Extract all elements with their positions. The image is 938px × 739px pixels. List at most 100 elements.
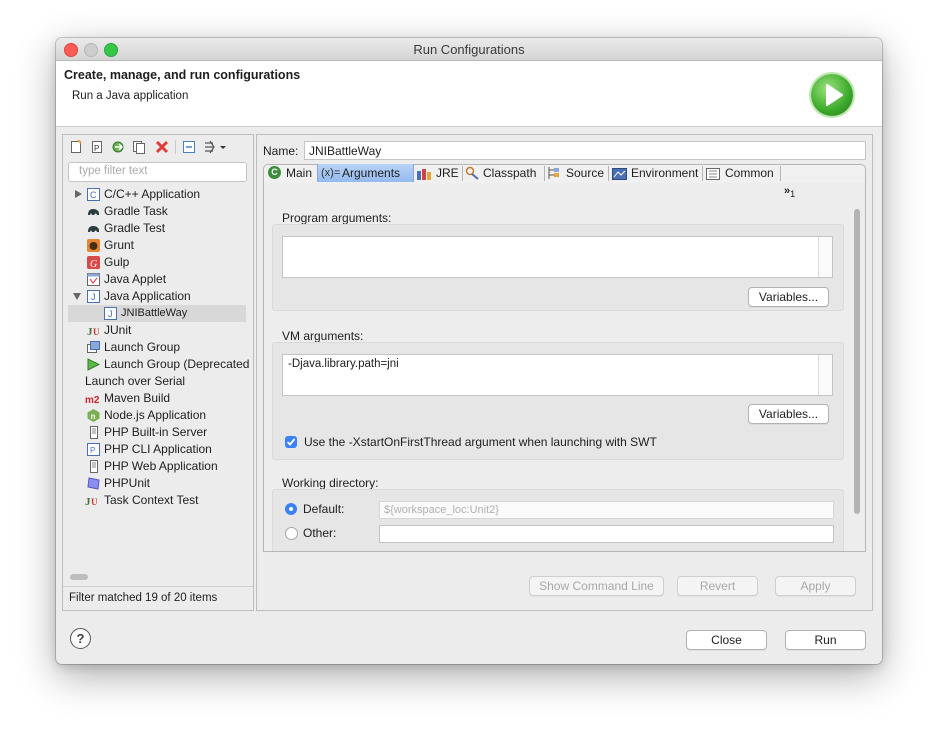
tree-item-launch-group-deprecated[interactable]: Launch Group (Deprecated: [63, 356, 253, 373]
tab-label: Common: [725, 166, 774, 180]
configuration-editor-panel: Name: JNIBattleWay C Main (x)= Arguments…: [256, 134, 873, 611]
tab-jre[interactable]: JRE: [414, 164, 462, 182]
collapse-all-icon[interactable]: [182, 140, 196, 154]
help-button[interactable]: ?: [70, 628, 91, 649]
tree-item-label: PHP Web Application: [104, 459, 218, 473]
svg-text:J: J: [108, 309, 113, 319]
chevron-down-icon[interactable]: [73, 293, 81, 300]
tree-item-gradle-test[interactable]: Gradle Test: [63, 220, 253, 237]
configuration-tree: C C/C++ Application Gradle Task Gradle T…: [63, 186, 253, 571]
vm-arguments-group: -Djava.library.path=jni Variables... Use…: [272, 342, 844, 460]
default-directory-field: ${workspace_loc:Unit2}: [379, 501, 834, 519]
svg-text:n: n: [91, 412, 96, 421]
chevron-right-icon[interactable]: [75, 190, 82, 198]
list-toolbar: P: [63, 135, 253, 159]
apply-button[interactable]: Apply: [775, 576, 856, 596]
tab-classpath[interactable]: Classpath: [463, 164, 543, 182]
tree-item-php-cli-application[interactable]: P PHP CLI Application: [63, 441, 253, 458]
filter-configurations-icon[interactable]: [203, 140, 227, 154]
tree-item-maven-build[interactable]: m2 Maven Build: [63, 390, 253, 407]
close-button[interactable]: Close: [686, 630, 767, 650]
textarea-scrollbar[interactable]: [818, 237, 832, 277]
scrollbar-thumb[interactable]: [854, 209, 860, 514]
program-arguments-textarea[interactable]: [282, 236, 833, 278]
tree-item-label: Grunt: [104, 238, 135, 252]
hidden-tabs-overflow[interactable]: »1: [784, 185, 795, 199]
tree-item-grunt[interactable]: Grunt: [63, 237, 253, 254]
gradle-elephant-icon: [87, 222, 100, 235]
working-directory-group: Default: ${workspace_loc:Unit2} Other:: [272, 489, 844, 551]
tab-source[interactable]: Source: [545, 164, 607, 182]
tab-main[interactable]: C Main: [265, 164, 317, 182]
tab-arguments-active[interactable]: (x)= Arguments: [317, 164, 414, 182]
tree-item-junit[interactable]: JU JUnit: [63, 322, 253, 339]
program-arguments-variables-button[interactable]: Variables...: [748, 287, 829, 307]
grunt-icon: [87, 239, 100, 252]
title-bar: Run Configurations: [56, 38, 882, 61]
main-class-icon: C: [268, 166, 281, 179]
name-label: Name:: [263, 144, 299, 158]
tree-horizontal-scrollbar[interactable]: [68, 572, 246, 582]
name-input[interactable]: JNIBattleWay: [304, 141, 866, 160]
tree-item-php-web-application[interactable]: PHP Web Application: [63, 458, 253, 475]
tree-item-phpunit[interactable]: PHPUnit: [63, 475, 253, 492]
java-application-icon: J: [104, 307, 117, 320]
tree-item-gulp[interactable]: G Gulp: [63, 254, 253, 271]
duplicate-configuration-icon[interactable]: [132, 140, 146, 154]
new-prototype-icon[interactable]: P: [90, 140, 104, 154]
filter-input[interactable]: type filter text: [68, 162, 247, 182]
tree-item-php-builtin-server[interactable]: PHP Built-in Server: [63, 424, 253, 441]
content-vertical-scrollbar[interactable]: [852, 205, 862, 551]
gulp-icon: G: [87, 256, 100, 270]
textarea-scrollbar[interactable]: [818, 355, 832, 395]
tree-item-gradle-task[interactable]: Gradle Task: [63, 203, 253, 220]
other-radio[interactable]: [285, 527, 298, 540]
tree-item-java-applet[interactable]: Java Applet: [63, 271, 253, 288]
window-title: Run Configurations: [413, 42, 525, 57]
gradle-elephant-icon: [87, 205, 100, 218]
header-subtitle: Run a Java application: [72, 90, 189, 102]
svg-text:P: P: [94, 144, 99, 153]
tree-item-label: PHPUnit: [104, 476, 151, 490]
tree-item-label: PHP Built-in Server: [104, 425, 208, 439]
run-configurations-dialog: Run Configurations Create, manage, and r…: [56, 38, 882, 664]
tree-item-label: Launch over Serial: [85, 374, 186, 388]
tree-item-task-context-test[interactable]: JU Task Context Test: [63, 492, 253, 509]
name-value: JNIBattleWay: [309, 144, 382, 158]
maven-m2-icon: m2: [85, 392, 102, 406]
svg-text:U: U: [91, 497, 98, 507]
tab-label: Main: [286, 166, 313, 180]
xstart-checkbox[interactable]: [285, 436, 297, 448]
vm-arguments-label: VM arguments:: [282, 329, 364, 343]
tree-item-jnibattleway-selected[interactable]: J JNIBattleWay: [68, 305, 246, 322]
tree-item-cpp-application[interactable]: C C/C++ Application: [63, 186, 253, 203]
tab-strip: C Main (x)= Arguments JRE Classpath Sour…: [263, 164, 866, 184]
vm-arguments-variables-button[interactable]: Variables...: [748, 404, 829, 424]
tree-item-label: Launch Group (Deprecated: [104, 357, 250, 371]
svg-text:G: G: [90, 259, 97, 269]
svg-text:C: C: [90, 190, 97, 200]
show-command-line-button[interactable]: Show Command Line: [529, 576, 664, 596]
default-radio[interactable]: [285, 503, 297, 515]
other-label: Other:: [303, 526, 337, 540]
run-button[interactable]: Run: [785, 630, 866, 650]
revert-button[interactable]: Revert: [677, 576, 758, 596]
export-configuration-icon[interactable]: [111, 140, 125, 154]
filter-status-text: Filter matched 19 of 20 items: [69, 592, 218, 604]
tab-common[interactable]: Common: [703, 164, 779, 182]
tree-item-label: Gulp: [104, 255, 130, 269]
tree-item-launch-over-serial[interactable]: Launch over Serial: [63, 373, 253, 390]
vm-arguments-textarea[interactable]: -Djava.library.path=jni: [282, 354, 833, 396]
java-application-icon: J: [87, 290, 100, 303]
tree-item-launch-group[interactable]: Launch Group: [63, 339, 253, 356]
tree-item-label: Task Context Test: [104, 493, 199, 507]
new-configuration-icon[interactable]: [69, 139, 83, 154]
arguments-tab-content: »1 Program arguments: Variables... VM ar…: [263, 183, 866, 552]
other-directory-field[interactable]: [379, 525, 834, 543]
tree-item-java-application[interactable]: J Java Application: [63, 288, 253, 305]
delete-icon[interactable]: [155, 140, 169, 154]
scrollbar-thumb[interactable]: [70, 574, 88, 580]
tab-environment[interactable]: Environment: [609, 164, 701, 182]
tab-separator: [702, 166, 703, 181]
tree-item-nodejs-application[interactable]: n Node.js Application: [63, 407, 253, 424]
